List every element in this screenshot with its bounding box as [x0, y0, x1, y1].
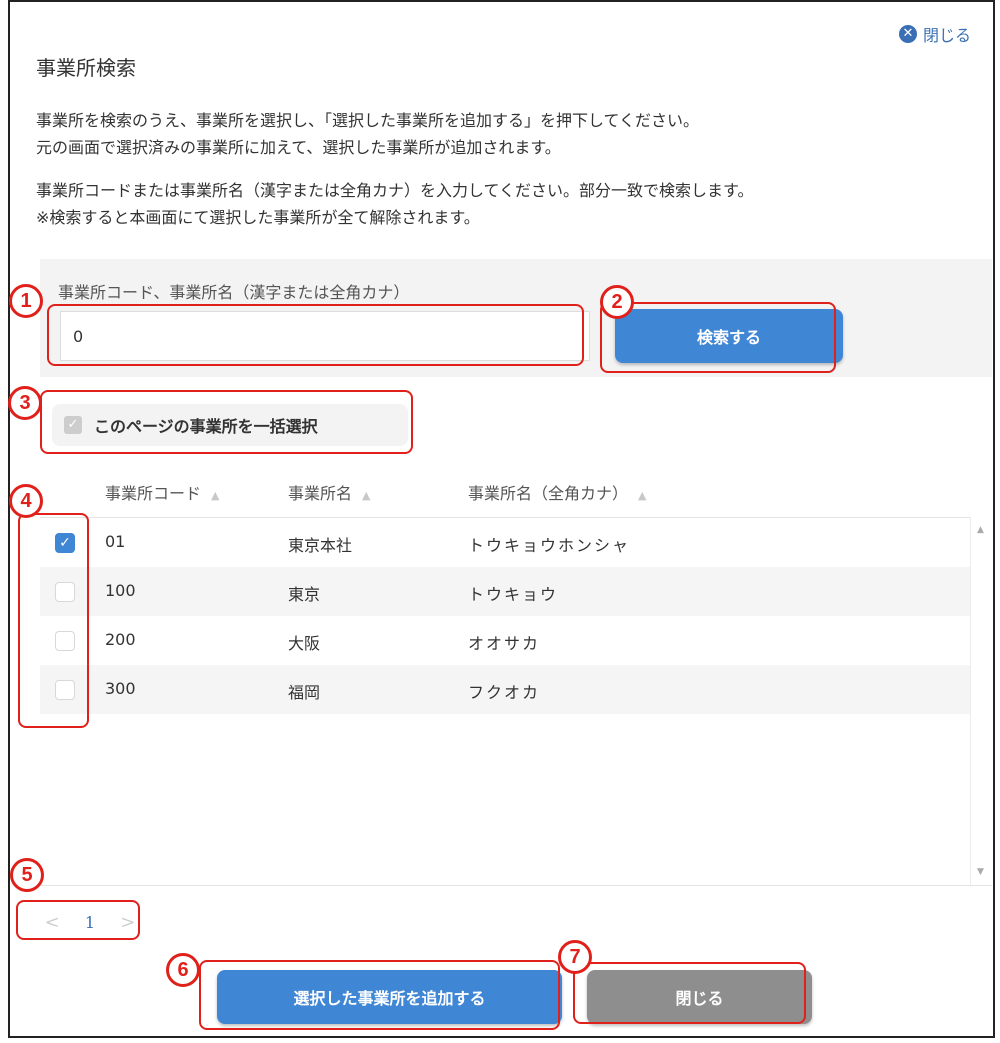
bulk-select-checkbox[interactable]: ✓ [64, 416, 82, 434]
cell-name: 大阪 [288, 634, 321, 653]
row-checkbox[interactable]: ✓ [55, 533, 75, 553]
prev-page-icon[interactable]: < [45, 912, 60, 933]
instructions-2: 事業所コードまたは事業所名（漢字または全角カナ）を入力してください。部分一致で検… [36, 177, 753, 231]
annotation-number-3: 3 [8, 386, 42, 420]
page-number[interactable]: 1 [85, 913, 95, 932]
instruction-line: 事業所コードまたは事業所名（漢字または全角カナ）を入力してください。部分一致で検… [36, 181, 754, 200]
search-input[interactable] [60, 311, 590, 361]
cell-code: 200 [105, 630, 136, 649]
add-selected-button[interactable]: 選択した事業所を追加する [217, 970, 562, 1024]
close-button[interactable]: 閉じる [587, 970, 812, 1024]
search-dialog: ✕ 閉じる 事業所検索 事業所を検索のうえ、事業所を選択し、「選択した事業所を追… [8, 0, 995, 1038]
bulk-select-toggle[interactable]: ✓ このページの事業所を一括選択 [52, 404, 408, 446]
instruction-line: 元の画面で選択済みの事業所に加えて、選択した事業所が追加されます。 [36, 138, 561, 157]
column-header-kana[interactable]: 事業所名（全角カナ） ▲ [468, 480, 646, 504]
cell-code: 300 [105, 679, 136, 698]
close-link[interactable]: ✕ 閉じる [898, 22, 971, 46]
cell-code: 01 [105, 532, 126, 551]
row-checkbox[interactable] [55, 631, 75, 651]
column-header-label: 事業所名（全角カナ） [468, 484, 629, 503]
close-link-label: 閉じる [922, 26, 971, 45]
cell-name: 東京本社 [288, 536, 353, 555]
table-header: 事業所コード ▲ 事業所名 ▲ 事業所名（全角カナ） ▲ [40, 472, 992, 517]
search-panel: 事業所コード、事業所名（漢字または全角カナ） 検索する [40, 259, 992, 377]
office-table-body: ✓ 01 東京本社 トウキョウホンシャ 100 東京 トウキョウ 200 大阪 … [40, 517, 970, 885]
instructions-1: 事業所を検索のうえ、事業所を選択し、「選択した事業所を追加する」を押下してくださ… [36, 107, 699, 161]
cell-kana: オオサカ [468, 634, 541, 653]
column-header-label: 事業所名 [288, 484, 353, 503]
bulk-select-label: このページの事業所を一括選択 [94, 417, 318, 436]
column-header-label: 事業所コード [105, 484, 202, 503]
row-checkbox[interactable] [55, 582, 75, 602]
cell-kana: トウキョウ [468, 585, 559, 604]
search-label: 事業所コード、事業所名（漢字または全角カナ） [58, 283, 410, 302]
annotation-number-4: 4 [9, 484, 43, 518]
sort-up-icon: ▲ [638, 489, 647, 502]
annotation-number-2: 2 [600, 285, 634, 319]
table-bottom-border [40, 885, 992, 886]
row-checkbox[interactable] [55, 680, 75, 700]
close-circle-icon: ✕ [898, 25, 917, 43]
annotation-number-6: 6 [166, 953, 200, 987]
table-row[interactable]: ✓ 01 東京本社 トウキョウホンシャ [40, 518, 970, 567]
annotation-number-1: 1 [9, 284, 43, 318]
cell-kana: トウキョウホンシャ [468, 536, 631, 555]
dialog-title: 事業所検索 [36, 56, 136, 80]
next-page-icon[interactable]: > [120, 912, 135, 933]
annotation-number-5: 5 [10, 858, 44, 892]
sort-up-icon: ▲ [211, 489, 220, 502]
table-row[interactable]: 100 東京 トウキョウ [40, 567, 970, 616]
sort-up-icon: ▲ [362, 489, 371, 502]
scroll-up-icon[interactable]: ▲ [977, 525, 984, 535]
instruction-line: ※検索すると本画面にて選択した事業所が全て解除されます。 [36, 208, 480, 227]
column-header-name[interactable]: 事業所名 ▲ [288, 480, 370, 504]
pagination: < 1 > [32, 904, 148, 940]
search-button[interactable]: 検索する [615, 309, 843, 363]
cell-code: 100 [105, 581, 136, 600]
table-scrollbar[interactable]: ▲ ▼ [970, 517, 992, 885]
table-row[interactable]: 300 福岡 フクオカ [40, 665, 970, 714]
cell-name: 東京 [288, 585, 321, 604]
cell-name: 福岡 [288, 683, 321, 702]
column-header-code[interactable]: 事業所コード ▲ [105, 480, 219, 504]
annotation-number-7: 7 [558, 940, 592, 974]
scroll-down-icon[interactable]: ▼ [977, 867, 984, 877]
table-row[interactable]: 200 大阪 オオサカ [40, 616, 970, 665]
instruction-line: 事業所を検索のうえ、事業所を選択し、「選択した事業所を追加する」を押下してくださ… [36, 111, 700, 130]
cell-kana: フクオカ [468, 683, 541, 702]
